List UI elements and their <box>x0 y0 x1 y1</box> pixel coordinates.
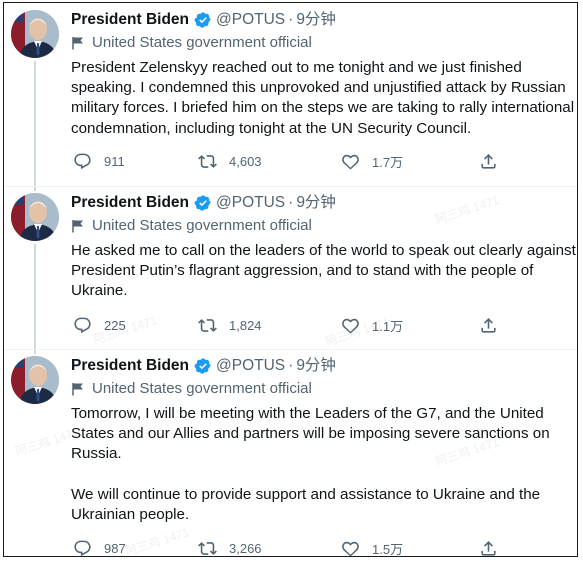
retweet-count: 1,824 <box>229 317 262 333</box>
government-label[interactable]: United States government official <box>71 379 312 399</box>
share-button[interactable] <box>479 150 510 172</box>
like-button[interactable]: 1.5万 <box>341 537 404 557</box>
retweet-count: 4,603 <box>229 153 262 169</box>
timestamp[interactable]: 9分钟 <box>296 355 336 377</box>
timestamp[interactable]: 9分钟 <box>296 9 336 31</box>
tweet-paragraph: President Zelenskyy reached out to me to… <box>71 59 575 137</box>
reply-icon <box>74 540 91 556</box>
tweet-paragraph: Tomorrow, I will be meeting with the Lea… <box>71 405 550 463</box>
like-count: 1.5万 <box>372 541 404 557</box>
share-icon <box>481 540 496 556</box>
reply-button[interactable]: 225 <box>73 314 126 336</box>
verified-badge-icon <box>194 358 211 374</box>
handle[interactable]: @POTUS <box>216 192 285 214</box>
retweet-button[interactable]: 3,266 <box>198 537 262 556</box>
tweet[interactable]: President Biden @POTUS · 9分钟 United Stat… <box>4 186 577 349</box>
share-button[interactable] <box>479 314 510 336</box>
verified-badge-icon <box>194 195 211 211</box>
handle[interactable]: @POTUS <box>216 9 285 31</box>
tweet-text: He asked me to call on the leaders of th… <box>71 241 576 302</box>
flag-icon <box>72 37 83 50</box>
tweet[interactable]: President Biden @POTUS · 9分钟 United Stat… <box>4 349 577 557</box>
tweet-paragraph: We will continue to provide support and … <box>71 485 541 523</box>
timestamp[interactable]: 9分钟 <box>296 192 336 214</box>
reply-button[interactable]: 987 <box>73 537 126 556</box>
like-button[interactable]: 1.7万 <box>341 150 403 172</box>
retweet-icon <box>198 318 217 332</box>
tweet[interactable]: President Biden @POTUS · 9分钟 United Stat… <box>4 3 577 186</box>
label-text: United States government official <box>92 380 312 397</box>
reply-count: 225 <box>104 317 126 333</box>
like-icon <box>342 318 359 333</box>
retweet-button[interactable]: 1,824 <box>198 314 262 336</box>
like-count: 1.1万 <box>372 318 404 334</box>
reply-icon <box>74 153 91 169</box>
like-icon <box>342 154 359 169</box>
display-name[interactable]: President Biden <box>71 192 189 214</box>
verified-badge-icon <box>194 12 211 28</box>
share-button[interactable] <box>479 537 510 556</box>
tweet-actions: 911 4,603 1.7万 <box>71 150 511 172</box>
tweet-header: President Biden @POTUS · 9分钟 <box>71 355 336 377</box>
tweet-text: President Zelenskyy reached out to me to… <box>71 58 576 139</box>
flag-icon <box>72 220 83 233</box>
avatar[interactable] <box>11 10 59 58</box>
retweet-count: 3,266 <box>229 540 262 556</box>
government-label[interactable]: United States government official <box>71 33 312 53</box>
tweet-paragraph: He asked me to call on the leaders of th… <box>71 242 576 300</box>
handle[interactable]: @POTUS <box>216 355 285 377</box>
avatar[interactable] <box>11 356 59 404</box>
display-name[interactable]: President Biden <box>71 9 189 31</box>
separator-dot: · <box>288 357 294 374</box>
avatar[interactable] <box>11 193 59 241</box>
reply-button[interactable]: 911 <box>73 150 125 172</box>
display-name[interactable]: President Biden <box>71 355 189 377</box>
label-text: United States government official <box>92 34 312 51</box>
tweet-header: President Biden @POTUS · 9分钟 <box>71 192 336 214</box>
retweet-button[interactable]: 4,603 <box>198 150 262 172</box>
separator-dot: · <box>288 194 294 211</box>
like-count: 1.7万 <box>372 154 404 170</box>
tweet-actions: 225 1,824 1.1万 <box>71 314 511 336</box>
reply-count: 911 <box>104 153 125 169</box>
tweet-actions: 987 3,266 1.5万 <box>71 537 511 557</box>
separator-dot: · <box>288 11 294 28</box>
share-icon <box>481 153 496 169</box>
like-icon <box>342 541 359 556</box>
retweet-icon <box>198 541 217 555</box>
government-label[interactable]: United States government official <box>71 216 312 236</box>
reply-count: 987 <box>104 540 126 556</box>
reply-icon <box>74 317 91 333</box>
flag-icon <box>72 383 83 396</box>
tweet-thread: President Biden @POTUS · 9分钟 United Stat… <box>3 2 578 557</box>
label-text: United States government official <box>92 217 312 234</box>
retweet-icon <box>198 154 217 168</box>
tweet-header: President Biden @POTUS · 9分钟 <box>71 9 336 31</box>
like-button[interactable]: 1.1万 <box>341 314 403 336</box>
share-icon <box>481 317 496 333</box>
tweet-text: Tomorrow, I will be meeting with the Lea… <box>71 404 576 525</box>
